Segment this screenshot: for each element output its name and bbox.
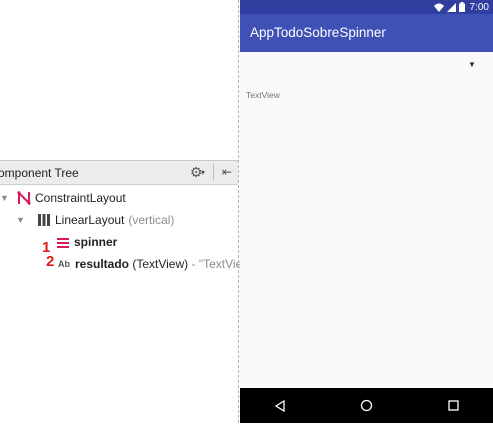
expand-arrow-icon[interactable]: ▼ (0, 193, 10, 203)
app-bar: AppTodoSobreSpinner (240, 14, 493, 52)
recents-button[interactable] (433, 388, 473, 423)
component-tree-panel: omponent Tree ⚙ ▾ ⇤ ▼ ConstraintLayout ▼ (0, 160, 242, 424)
status-time: 7:00 (469, 1, 489, 13)
component-tree-header: omponent Tree ⚙ ▾ ⇤ (0, 161, 238, 185)
battery-icon (458, 2, 465, 12)
tree-row-constraintlayout[interactable]: ▼ ConstraintLayout (0, 188, 126, 208)
spinner-icon (55, 234, 71, 250)
panel-divider[interactable] (238, 0, 239, 423)
status-bar: 7:00 (240, 0, 493, 14)
wifi-icon (433, 3, 444, 12)
settings-button[interactable]: ⚙ ▾ (190, 164, 205, 180)
tree-row-resultado[interactable]: Ab resultado (TextView) - "TextVie (57, 254, 242, 274)
constraint-layout-icon (16, 190, 32, 206)
left-pane: omponent Tree ⚙ ▾ ⇤ ▼ ConstraintLayout ▼ (0, 0, 242, 424)
home-button[interactable] (346, 388, 386, 423)
device-preview: 7:00 AppTodoSobreSpinner ▼ TextView (240, 0, 493, 423)
tree-row-label: resultado (75, 257, 130, 271)
back-icon (274, 399, 285, 412)
navigation-bar (240, 388, 493, 423)
textview-icon: Ab (58, 259, 70, 269)
tree-row-label: spinner (74, 235, 118, 249)
annotation-number: 2 (46, 253, 55, 270)
status-icons: 7:00 (433, 0, 489, 14)
spinner-dropdown-icon[interactable]: ▼ (468, 60, 476, 69)
header-icons: ⚙ ▾ ⇤ (190, 164, 232, 180)
tree-row-spinner[interactable]: spinner (55, 232, 117, 252)
signal-icon (446, 2, 456, 12)
tree-row-label: LinearLayout (55, 213, 125, 227)
linear-layout-icon (36, 212, 52, 228)
app-title: AppTodoSobreSpinner (250, 25, 386, 40)
back-button[interactable] (260, 388, 300, 423)
tree-row-type: (TextView) (129, 257, 189, 271)
home-icon (360, 399, 372, 412)
header-separator (212, 164, 214, 180)
expand-arrow-icon[interactable]: ▼ (16, 215, 26, 225)
tree-row-secondary: - "TextVie (188, 257, 243, 271)
tree-row-secondary: (vertical) (128, 213, 175, 227)
dropdown-caret-icon: ▾ (196, 167, 205, 177)
pin-icon[interactable]: ⇤ (222, 165, 232, 179)
component-tree-title: omponent Tree (0, 166, 79, 180)
textview-preview[interactable]: TextView (246, 90, 280, 100)
tree-row-linearlayout[interactable]: ▼ LinearLayout (vertical) (16, 210, 174, 230)
tree-row-label: ConstraintLayout (35, 191, 126, 205)
activity-content: ▼ TextView (240, 52, 493, 388)
recents-icon (447, 400, 459, 411)
